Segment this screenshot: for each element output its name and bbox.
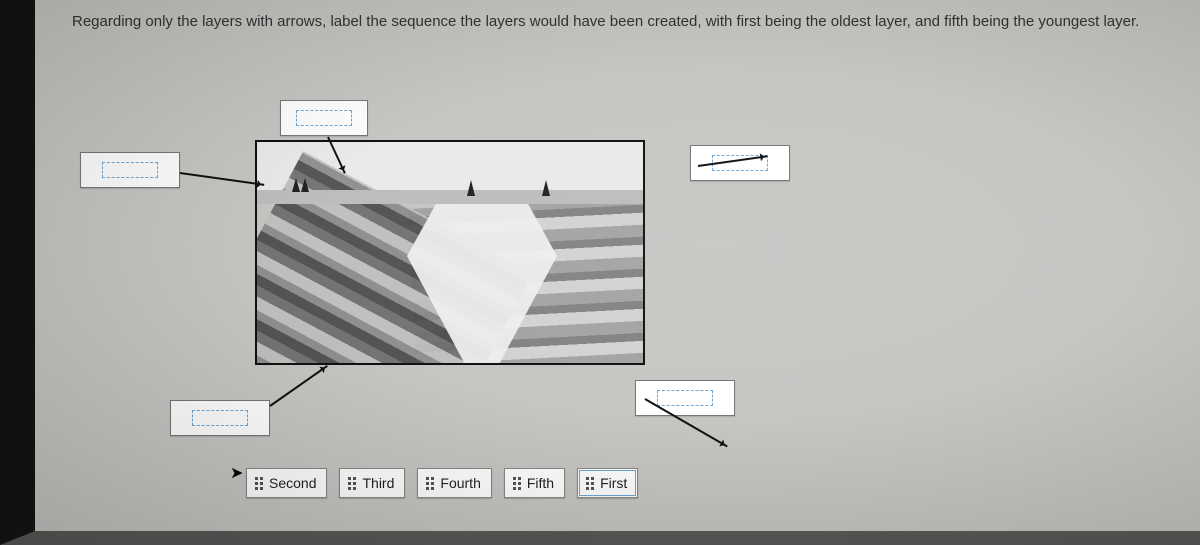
drop-placeholder — [657, 390, 713, 406]
chip-label: Second — [269, 475, 316, 491]
drag-chip-first[interactable]: First — [577, 468, 638, 498]
drag-chip-fourth[interactable]: Fourth — [417, 468, 491, 498]
drop-target-e[interactable] — [170, 400, 270, 436]
cursor-icon: ➤ — [230, 463, 243, 483]
drop-placeholder — [296, 110, 352, 126]
tree-icon — [542, 180, 550, 196]
grip-icon — [513, 477, 521, 490]
drop-placeholder — [192, 410, 248, 426]
tree-icon — [467, 180, 475, 196]
chip-label: First — [600, 475, 627, 491]
grip-icon — [255, 477, 263, 490]
question-text: Regarding only the layers with arrows, l… — [72, 12, 1180, 32]
drag-chip-third[interactable]: Third — [339, 468, 405, 498]
geology-cross-section — [255, 140, 645, 365]
grip-icon — [586, 477, 594, 490]
chip-label: Fourth — [440, 475, 480, 491]
drop-placeholder — [102, 162, 158, 178]
grip-icon — [426, 477, 434, 490]
ground-surface — [257, 190, 643, 204]
arrow-b — [180, 172, 264, 186]
drop-target-b[interactable] — [80, 152, 180, 188]
drop-target-a[interactable] — [280, 100, 368, 136]
chip-label: Fifth — [527, 475, 554, 491]
arrow-e — [269, 365, 327, 407]
diagram-area — [80, 100, 860, 430]
answer-tray: Second Third Fourth Fifth First — [246, 468, 638, 498]
chip-label: Third — [362, 475, 394, 491]
drag-chip-fifth[interactable]: Fifth — [504, 468, 565, 498]
drop-target-d[interactable] — [635, 380, 735, 416]
grip-icon — [348, 477, 356, 490]
drag-chip-second[interactable]: Second — [246, 468, 327, 498]
